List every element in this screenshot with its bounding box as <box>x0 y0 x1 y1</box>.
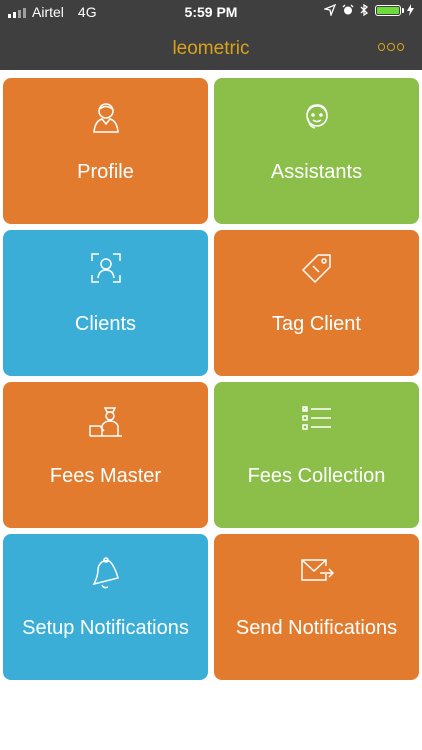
tile-fees-collection[interactable]: Fees Collection <box>214 382 419 528</box>
app-title: leometric <box>172 38 250 59</box>
more-options-button[interactable] <box>378 40 404 54</box>
tile-setup-notifications[interactable]: Setup Notifications <box>3 534 208 680</box>
more-dot-icon <box>387 43 395 51</box>
tile-fees-master[interactable]: Fees Master <box>3 382 208 528</box>
list-icon <box>301 406 331 430</box>
battery-icon <box>375 4 404 16</box>
tag-icon <box>301 254 331 284</box>
assistant-icon <box>305 104 328 129</box>
tile-clients[interactable]: Clients <box>3 230 208 376</box>
more-dot-icon <box>378 43 386 51</box>
tile-label: Fees Master <box>49 465 162 487</box>
clients-icon <box>90 253 121 283</box>
tile-label: Tag Client <box>272 313 361 335</box>
tile-label: Assistants <box>270 161 363 183</box>
alarm-icon <box>342 4 354 15</box>
location-icon <box>324 4 336 16</box>
profile-icon <box>92 103 119 133</box>
tile-tag-client[interactable]: Tag Client <box>214 230 419 376</box>
tile-label: Setup Notifications <box>22 617 189 639</box>
charging-icon <box>407 4 414 16</box>
mail-icon <box>300 559 334 581</box>
tile-assistants[interactable]: Assistants <box>214 78 419 224</box>
tile-profile[interactable]: Profile <box>3 78 208 224</box>
bell-icon <box>92 557 119 589</box>
dashboard-grid: Profile Assistants Clients Tag Client Fe… <box>3 78 419 680</box>
tile-label: Send Notifications <box>235 617 398 639</box>
tile-label: Clients <box>74 313 137 335</box>
tile-label: Profile <box>77 161 134 183</box>
bluetooth-icon <box>360 4 369 16</box>
fees-master-icon <box>88 407 122 437</box>
status-bar: Airtel 4G 5:59 PM <box>0 0 422 24</box>
app-header: Airtel 4G 5:59 PM leometric <box>0 0 422 70</box>
tile-send-notifications[interactable]: Send Notifications <box>214 534 419 680</box>
tile-label: Fees Collection <box>247 465 386 487</box>
more-dot-icon <box>396 43 404 51</box>
